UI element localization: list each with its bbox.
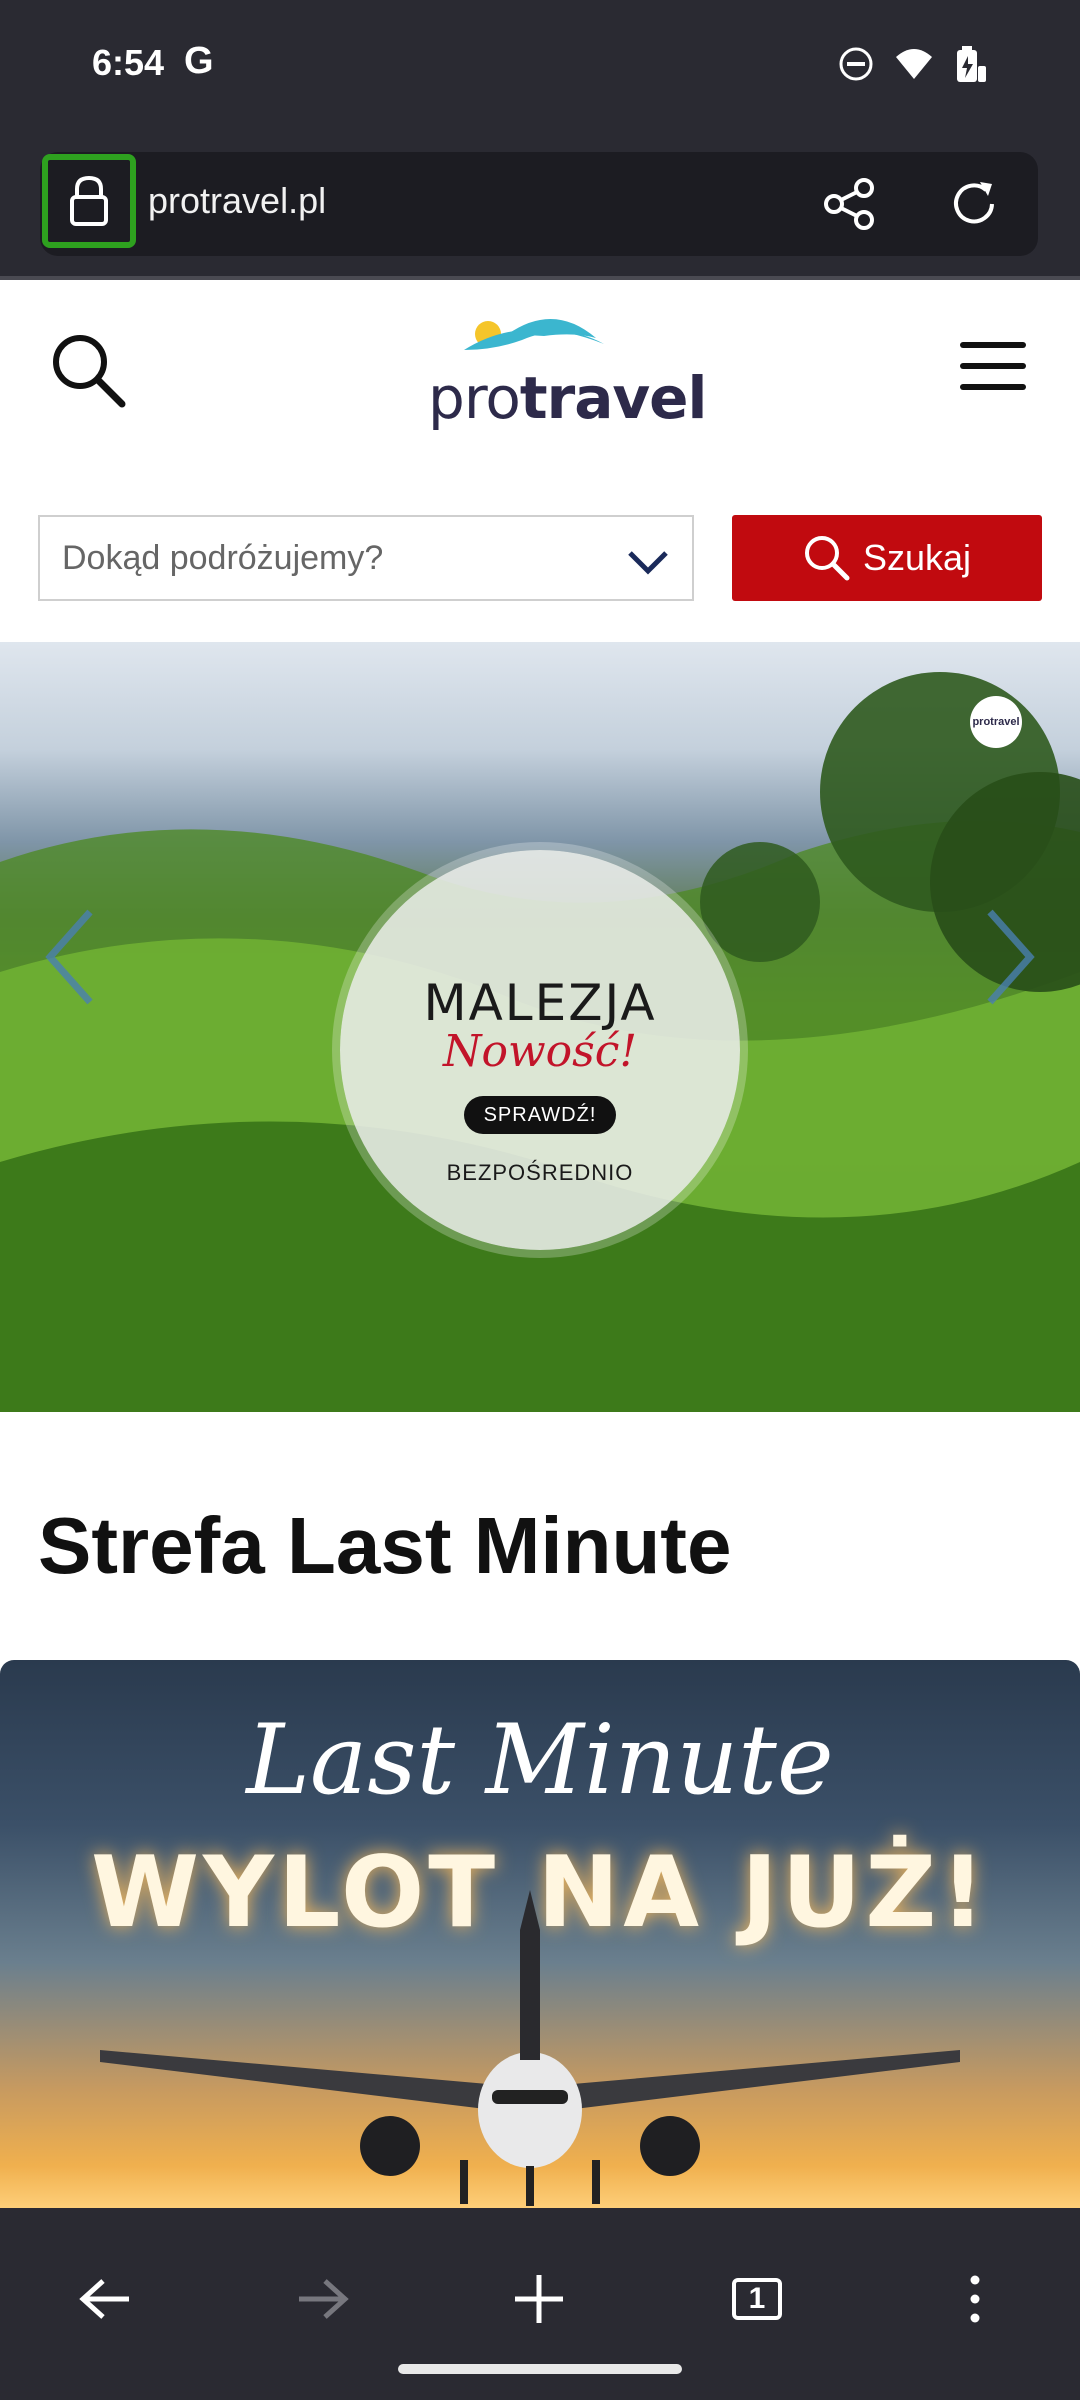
- status-time: 6:54: [92, 42, 165, 83]
- hero-badge-logo: protravel: [970, 696, 1022, 748]
- do-not-disturb-icon: [839, 47, 873, 81]
- wifi-icon: [896, 49, 932, 79]
- browser-toolbar: protravel.pl: [0, 138, 1080, 280]
- hero-script: Nowość!: [442, 1026, 638, 1077]
- battery-charging-icon: [957, 46, 986, 82]
- arrow-right-icon: [299, 2279, 349, 2319]
- reload-icon[interactable]: [944, 174, 1004, 234]
- forward-button[interactable]: [278, 2254, 368, 2344]
- status-icons: [838, 44, 988, 84]
- last-minute-banner[interactable]: Last Minute WYLOT NA JUŻ!: [0, 1660, 1080, 2210]
- airplane-image: [100, 1890, 960, 2206]
- status-bar: 6:54 G: [0, 0, 1080, 138]
- tab-count: 1: [748, 2282, 766, 2315]
- plus-icon: [515, 2275, 563, 2323]
- more-vert-icon: [970, 2275, 980, 2323]
- site-header: protravel: [0, 280, 1080, 490]
- google-icon: G: [184, 40, 214, 82]
- hero-carousel[interactable]: protravel MALEZJA Nowość! SPRAWDŹ! BEZPO…: [0, 642, 1080, 1412]
- last-minute-script: Last Minute: [246, 1704, 834, 1816]
- arrow-left-icon: [79, 2279, 129, 2319]
- search-button-label: Szukaj: [862, 537, 972, 578]
- tabs-icon: 1: [732, 2278, 782, 2320]
- hero-cta-button[interactable]: SPRAWDŹ!: [464, 1096, 616, 1134]
- back-button[interactable]: [60, 2254, 150, 2344]
- address-bar[interactable]: protravel.pl: [40, 152, 1038, 256]
- more-menu-button[interactable]: [930, 2254, 1020, 2344]
- destination-placeholder: Dokąd podróżujemy?: [62, 539, 384, 577]
- search-button[interactable]: Szukaj: [732, 515, 1042, 601]
- logo-text[interactable]: protravel: [428, 364, 707, 432]
- menu-icon[interactable]: [960, 336, 1026, 396]
- hero-title: MALEZJA: [423, 974, 657, 1032]
- destination-select[interactable]: Dokąd podróżujemy?: [38, 515, 694, 601]
- logo-pro: pro: [428, 364, 521, 432]
- lock-icon: [70, 175, 108, 226]
- logo-travel: travel: [519, 364, 707, 432]
- carousel-next-icon[interactable]: [980, 907, 1040, 1007]
- section-title: Strefa Last Minute: [38, 1501, 732, 1590]
- search-icon[interactable]: [46, 328, 130, 412]
- share-icon[interactable]: [820, 174, 880, 234]
- carousel-prev-icon[interactable]: [40, 907, 100, 1007]
- tabs-button[interactable]: 1: [712, 2254, 802, 2344]
- gesture-handle[interactable]: [398, 2364, 682, 2374]
- hero-subtitle: BEZPOŚREDNIO: [446, 1160, 634, 1185]
- url-text[interactable]: protravel.pl: [148, 180, 326, 222]
- chevron-down-icon: [628, 551, 668, 575]
- site-info-button[interactable]: [42, 154, 136, 248]
- hero-promo-circle: MALEZJA Nowość! SPRAWDŹ! BEZPOŚREDNIO: [340, 850, 740, 1250]
- search-icon: [804, 536, 850, 581]
- new-tab-button[interactable]: [494, 2254, 584, 2344]
